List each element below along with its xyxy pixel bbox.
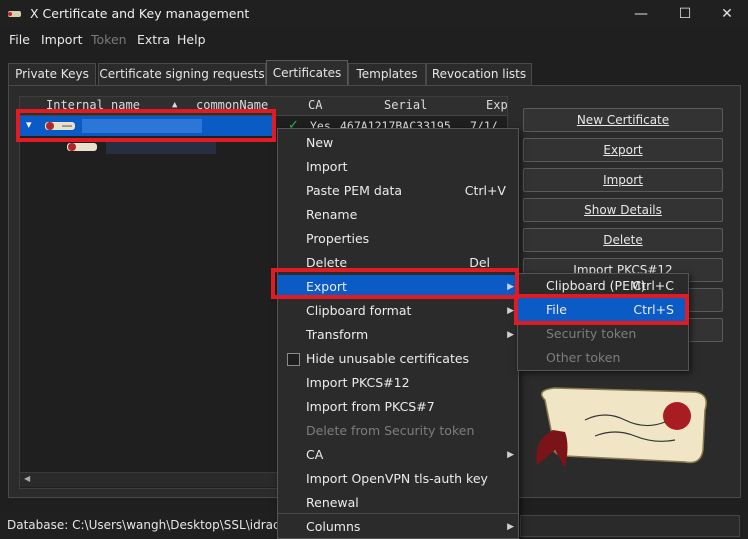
menu-bar: File Import Token Extra Help	[0, 29, 748, 51]
tab-csr[interactable]: Certificate signing requests	[98, 63, 266, 85]
submenu-arrow-icon: ▶	[507, 330, 514, 340]
tab-templates[interactable]: Templates	[348, 63, 426, 85]
annotation-box-certificate	[16, 109, 276, 142]
ctx-rename[interactable]: Rename	[278, 203, 518, 227]
ctx-import-openvpn[interactable]: Import OpenVPN tls-auth key	[278, 467, 518, 491]
tab-revocation-lists[interactable]: Revocation lists	[426, 63, 532, 85]
submenu-arrow-icon: ▶	[507, 450, 514, 460]
menu-import[interactable]: Import	[41, 32, 83, 47]
ctx-clipboard-format[interactable]: Clipboard format ▶	[278, 299, 518, 323]
status-field	[520, 515, 740, 537]
export-security-token[interactable]: Security token	[518, 322, 688, 346]
ctx-new[interactable]: New	[278, 131, 518, 155]
menu-separator	[278, 513, 518, 514]
ctx-import[interactable]: Import	[278, 155, 518, 179]
menu-help[interactable]: Help	[177, 32, 206, 47]
database-path: Database: C:\Users\wangh\Desktop\SSL\idr…	[7, 518, 306, 532]
show-details-button[interactable]: Show Details	[523, 198, 723, 222]
ctx-transform[interactable]: Transform ▶	[278, 323, 518, 347]
ctx-hide-unusable[interactable]: Hide unusable certificates	[278, 347, 518, 371]
scroll-left-icon[interactable]: ◀	[24, 474, 30, 483]
redacted-name	[106, 140, 216, 154]
export-button[interactable]: Export	[523, 138, 723, 162]
column-ca[interactable]: CA	[308, 98, 322, 112]
menu-file[interactable]: File	[9, 32, 30, 47]
menu-extra[interactable]: Extra	[137, 32, 170, 47]
parchment-scroll-logo	[536, 387, 707, 468]
column-expiry[interactable]: Exp	[486, 98, 508, 112]
tab-bar: Private Keys Certificate signing request…	[8, 60, 738, 86]
checkbox-icon[interactable]	[287, 353, 300, 366]
annotation-box-file	[514, 294, 689, 325]
app-icon	[8, 11, 21, 17]
ctx-properties[interactable]: Properties	[278, 227, 518, 251]
ctx-delete-from-token[interactable]: Delete from Security token	[278, 419, 518, 443]
ctx-import-pkcs12[interactable]: Import PKCS#12	[278, 371, 518, 395]
minimize-button[interactable]: —	[618, 0, 664, 28]
import-button[interactable]: Import	[523, 168, 723, 192]
ctx-paste-pem[interactable]: Paste PEM data Ctrl+V	[278, 179, 518, 203]
menu-token[interactable]: Token	[91, 32, 127, 47]
ctx-import-pkcs7[interactable]: Import from PKCS#7	[278, 395, 518, 419]
maximize-button[interactable]: ☐	[662, 0, 708, 28]
submenu-arrow-icon: ▶	[507, 522, 514, 532]
new-certificate-button[interactable]: New Certificate	[523, 108, 723, 132]
close-button[interactable]: ✕	[704, 0, 748, 28]
certificate-icon	[67, 143, 97, 151]
context-menu: New Import Paste PEM data Ctrl+V Rename P…	[277, 128, 519, 539]
tab-certificates[interactable]: Certificates	[266, 60, 348, 86]
column-serial[interactable]: Serial	[384, 98, 427, 112]
ctx-ca[interactable]: CA ▶	[278, 443, 518, 467]
submenu-arrow-icon: ▶	[507, 306, 514, 316]
delete-button[interactable]: Delete	[523, 228, 723, 252]
ctx-columns[interactable]: Columns ▶	[278, 515, 518, 539]
window-title: X Certificate and Key management	[30, 6, 250, 21]
tab-private-keys[interactable]: Private Keys	[8, 63, 96, 85]
ctx-renewal[interactable]: Renewal	[278, 491, 518, 515]
annotation-box-export	[271, 268, 519, 299]
export-other-token[interactable]: Other token	[518, 346, 688, 370]
title-bar: X Certificate and Key management — ☐ ✕	[0, 0, 748, 28]
